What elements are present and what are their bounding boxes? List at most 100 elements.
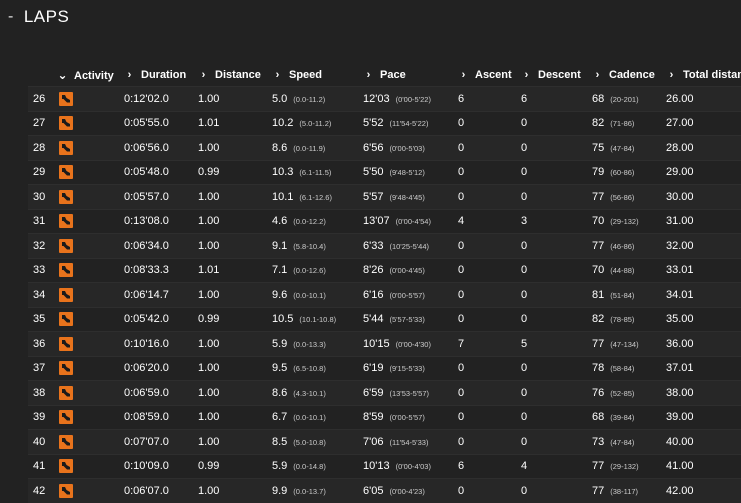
running-shoe-icon[interactable] bbox=[59, 238, 73, 253]
speed-cell: 10.2 (5.0-11.2) bbox=[272, 110, 363, 136]
cadence-range: (51-84) bbox=[610, 290, 635, 300]
distance-cell: 1.00 bbox=[198, 331, 272, 356]
cadence-range: (60-86) bbox=[610, 168, 635, 178]
lap-number: 42 bbox=[28, 478, 57, 503]
ascent-cell: 0 bbox=[458, 429, 521, 454]
table-row[interactable]: 34 0:06'14.7 1.00 9.6 (0.0-10.1) 6'16 (0'00-5'… bbox=[28, 282, 741, 307]
column-header-distance[interactable]: › Distance bbox=[198, 64, 272, 87]
total-distance-cell: 39.00 bbox=[666, 404, 741, 430]
pace-cell: 5'44 (5'57-5'33) bbox=[363, 306, 458, 332]
chevron-right-icon[interactable]: › bbox=[198, 69, 209, 81]
table-row[interactable]: 38 0:06'59.0 1.00 8.6 (4.3-10.1) 6'59 (13'53-5… bbox=[28, 380, 741, 405]
total-distance-cell: 29.00 bbox=[666, 159, 741, 185]
chevron-right-icon[interactable]: › bbox=[521, 69, 532, 81]
chevron-right-icon[interactable]: › bbox=[363, 69, 374, 81]
cadence-cell: 75 (47-84) bbox=[592, 135, 666, 160]
activity-cell bbox=[57, 355, 124, 381]
table-row[interactable]: 42 0:06'07.0 1.00 9.9 (0.0-13.7) 6'05 (0'00-4'… bbox=[28, 478, 741, 503]
running-shoe-icon[interactable] bbox=[59, 410, 73, 425]
column-header-pace[interactable]: › Pace bbox=[363, 64, 458, 87]
table-row[interactable]: 37 0:06'20.0 1.00 9.5 (6.5-10.8) 6'19 (9'15-5'… bbox=[28, 355, 741, 381]
table-row[interactable]: 35 0:05'42.0 0.99 10.5 (10.1-10.8) 5'44 (5'57-… bbox=[28, 306, 741, 332]
table-row[interactable]: 32 0:06'34.0 1.00 9.1 (5.8-10.4) 6'33 (10'25-5… bbox=[28, 233, 741, 258]
cadence-value: 81 bbox=[592, 288, 605, 301]
running-shoe-icon[interactable] bbox=[59, 312, 73, 327]
column-header-ascent[interactable]: › Ascent bbox=[458, 64, 521, 87]
cadence-value: 77 bbox=[592, 239, 605, 252]
duration-cell: 0:05'42.0 bbox=[124, 306, 198, 332]
lap-number: 41 bbox=[28, 453, 57, 479]
distance-cell: 1.00 bbox=[198, 135, 272, 160]
cadence-value: 77 bbox=[592, 190, 605, 203]
table-row[interactable]: 31 0:13'08.0 1.00 4.6 (0.0-12.2) 13'07 (0'00-4… bbox=[28, 208, 741, 234]
table-row[interactable]: 39 0:08'59.0 1.00 6.7 (0.0-10.1) 8'59 (0'00-5'… bbox=[28, 404, 741, 430]
running-shoe-icon[interactable] bbox=[59, 287, 73, 302]
cadence-value: 82 bbox=[592, 313, 605, 326]
running-shoe-icon[interactable] bbox=[59, 116, 73, 131]
descent-cell: 0 bbox=[521, 110, 592, 136]
lap-number-header bbox=[28, 64, 57, 87]
column-header-cadence[interactable]: › Cadence bbox=[592, 64, 666, 87]
chevron-down-icon[interactable]: ⌄ bbox=[57, 68, 68, 82]
running-shoe-icon[interactable] bbox=[59, 91, 73, 106]
duration-cell: 0:06'59.0 bbox=[124, 380, 198, 405]
table-row[interactable]: 36 0:10'16.0 1.00 5.9 (0.0-13.3) 10'15 (0'00-4… bbox=[28, 331, 741, 356]
pace-range: (10'25-5'44) bbox=[389, 241, 430, 251]
running-shoe-icon[interactable] bbox=[59, 361, 73, 376]
running-shoe-icon[interactable] bbox=[59, 214, 73, 229]
column-header-speed[interactable]: › Speed bbox=[272, 64, 363, 87]
cadence-cell: 77 (38-117) bbox=[592, 478, 666, 503]
pace-value: 6'19 bbox=[363, 362, 384, 375]
running-shoe-icon[interactable] bbox=[59, 165, 73, 180]
cadence-range: (44-88) bbox=[610, 266, 635, 276]
cadence-range: (47-84) bbox=[610, 437, 635, 447]
cadence-cell: 77 (46-86) bbox=[592, 233, 666, 258]
table-row[interactable]: 26 0:12'02.0 1.00 5.0 (0.0-11.2) 12'03 (0'00-5… bbox=[28, 86, 741, 111]
speed-range: (0.0-12.6) bbox=[293, 266, 326, 276]
table-row[interactable]: 29 0:05'48.0 0.99 10.3 (6.1-11.5) 5'50 (9'48-5… bbox=[28, 159, 741, 185]
column-header-activity[interactable]: ⌄ Activity bbox=[57, 64, 124, 87]
pace-cell: 6'59 (13'53-5'57) bbox=[363, 380, 458, 405]
running-shoe-icon[interactable] bbox=[59, 459, 73, 474]
cadence-value: 77 bbox=[592, 460, 605, 473]
table-row[interactable]: 27 0:05'55.0 1.01 10.2 (5.0-11.2) 5'52 (11'54-… bbox=[28, 110, 741, 136]
duration-cell: 0:06'14.7 bbox=[124, 282, 198, 307]
descent-cell: 0 bbox=[521, 257, 592, 283]
distance-cell: 0.99 bbox=[198, 453, 272, 479]
running-shoe-icon[interactable] bbox=[59, 336, 73, 351]
distance-cell: 1.00 bbox=[198, 184, 272, 209]
table-row[interactable]: 41 0:10'09.0 0.99 5.9 (0.0-14.8) 10'13 (0'00-4… bbox=[28, 453, 741, 479]
running-shoe-icon[interactable] bbox=[59, 189, 73, 204]
chevron-right-icon[interactable]: › bbox=[592, 69, 603, 81]
pace-range: (0'00-4'54) bbox=[395, 217, 431, 227]
pace-value: 5'44 bbox=[363, 313, 384, 326]
activity-cell bbox=[57, 110, 124, 136]
speed-value: 9.9 bbox=[272, 484, 288, 497]
descent-cell: 0 bbox=[521, 233, 592, 258]
cadence-value: 82 bbox=[592, 117, 605, 130]
running-shoe-icon[interactable] bbox=[59, 385, 73, 400]
column-header-total-distance[interactable]: ›Total distance bbox=[666, 64, 741, 87]
pace-range: (11'54-5'33) bbox=[389, 437, 429, 447]
chevron-right-icon[interactable]: › bbox=[666, 69, 677, 81]
speed-range: (10.1-10.8) bbox=[299, 315, 337, 325]
duration-cell: 0:08'59.0 bbox=[124, 404, 198, 430]
running-shoe-icon[interactable] bbox=[59, 140, 73, 155]
speed-range: (5.0-11.2) bbox=[299, 119, 332, 129]
column-header-descent[interactable]: › Descent bbox=[521, 64, 592, 87]
distance-cell: 1.00 bbox=[198, 282, 272, 307]
table-row[interactable]: 40 0:07'07.0 1.00 8.5 (5.0-10.8) 7'06 (11'54-5… bbox=[28, 429, 741, 454]
section-header[interactable]: - LAPS bbox=[8, 5, 69, 29]
cadence-cell: 77 (47-134) bbox=[592, 331, 666, 356]
ascent-cell: 0 bbox=[458, 110, 521, 136]
running-shoe-icon[interactable] bbox=[59, 263, 73, 278]
collapse-toggle[interactable]: - bbox=[8, 8, 14, 26]
running-shoe-icon[interactable] bbox=[59, 434, 73, 449]
table-row[interactable]: 28 0:06'56.0 1.00 8.6 (0.0-11.9) 6'56 (0'00-5'… bbox=[28, 135, 741, 160]
column-header-duration[interactable]: › Duration bbox=[124, 64, 198, 87]
chevron-right-icon[interactable]: › bbox=[272, 69, 283, 81]
chevron-right-icon[interactable]: › bbox=[458, 69, 469, 81]
table-row[interactable]: 30 0:05'57.0 1.00 10.1 (6.1-12.6) 5'57 (9'48-4… bbox=[28, 184, 741, 209]
chevron-right-icon[interactable]: › bbox=[124, 69, 135, 81]
table-row[interactable]: 33 0:08'33.3 1.01 7.1 (0.0-12.6) 8'26 (0'00-4'… bbox=[28, 257, 741, 283]
